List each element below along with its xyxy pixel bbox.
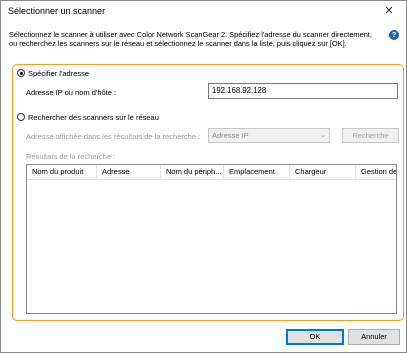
- results-table[interactable]: Nom du produit Adresse Nom du périph... …: [26, 164, 397, 314]
- results-label: Résultats de la recherche :: [26, 152, 116, 161]
- specify-address-radio[interactable]: [17, 69, 25, 77]
- column-header[interactable]: Adresse: [97, 165, 161, 179]
- search-network-label[interactable]: Rechercher des scanners sur le réseau: [28, 113, 159, 122]
- results-table-header: Nom du produit Adresse Nom du périph... …: [27, 165, 396, 180]
- help-icon[interactable]: ?: [389, 30, 399, 40]
- instructions-text: Sélectionnez le scanner à utiliser avec …: [9, 30, 372, 49]
- window-title: Sélectionner un scanner: [8, 6, 106, 16]
- cancel-button[interactable]: Annuler: [348, 329, 400, 345]
- display-address-value: Adresse IP: [212, 131, 249, 140]
- display-address-select[interactable]: Adresse IP ⌄: [208, 128, 330, 143]
- display-address-label: Adresse affichée dans les résultats de l…: [26, 132, 201, 141]
- specify-address-label[interactable]: Spécifier l'adresse: [28, 69, 89, 78]
- chevron-down-icon: ⌄: [320, 132, 326, 139]
- scanner-dialog: Sélectionner un scanner ✕ Sélectionnez l…: [0, 0, 407, 353]
- column-header[interactable]: Nom du périph...: [161, 165, 224, 179]
- column-header[interactable]: Emplacement: [224, 165, 290, 179]
- title-bar: Sélectionner un scanner ✕: [1, 1, 406, 23]
- close-icon[interactable]: ✕: [382, 4, 396, 18]
- address-field-label: Adresse IP ou nom d'hôte :: [26, 88, 117, 97]
- address-input[interactable]: 192.168.92.128: [208, 83, 398, 99]
- column-header[interactable]: Gestion de: [356, 165, 396, 179]
- column-header[interactable]: Nom du produit: [27, 165, 97, 179]
- search-network-radio[interactable]: [17, 113, 25, 121]
- search-button[interactable]: Recherche: [342, 128, 399, 143]
- ok-button[interactable]: OK: [286, 329, 344, 345]
- column-header[interactable]: Chargeur: [290, 165, 356, 179]
